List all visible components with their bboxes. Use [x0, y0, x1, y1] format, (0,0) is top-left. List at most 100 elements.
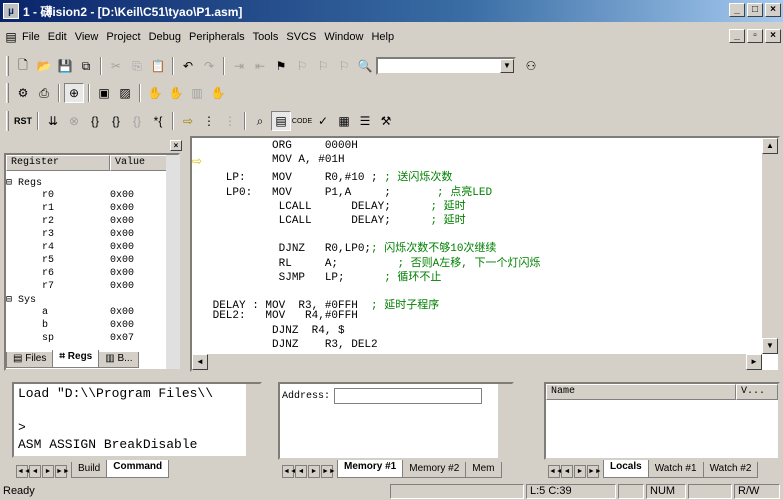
scroll-left-icon[interactable]: ◄	[192, 354, 208, 370]
address-input[interactable]	[334, 388, 483, 404]
memory-scrollbar[interactable]	[498, 384, 512, 458]
mdi-restore-button[interactable]: ▫	[747, 29, 763, 43]
register-row[interactable]: r5 0x00	[6, 255, 166, 268]
register-row[interactable]: ⊟ Sys	[6, 294, 166, 307]
output-window[interactable]: Load "D:\\Program Files\\ > ASM ASSIGN Br…	[12, 382, 262, 458]
save-all-icon[interactable]: ⧉	[76, 56, 96, 76]
name-column-header[interactable]: Name	[546, 384, 736, 400]
undo-icon[interactable]: ↶	[178, 56, 198, 76]
tab-watch-2[interactable]: Watch #2	[702, 462, 759, 478]
tab-locals[interactable]: Locals	[603, 460, 649, 478]
output-window-icon[interactable]: ▨	[115, 83, 135, 103]
menu-window[interactable]: Window	[320, 31, 367, 43]
register-row[interactable]: ⊟ Regs	[6, 177, 166, 190]
watch-icon[interactable]: ▤	[271, 111, 291, 131]
mdi-minimize-button[interactable]: _	[729, 29, 745, 43]
tab-files[interactable]: ▤ Files	[6, 352, 54, 368]
open-folder-icon[interactable]: 📂	[34, 56, 54, 76]
debug-session-icon[interactable]: ⊕	[64, 83, 84, 103]
code-line[interactable]: LP: MOV R0,#10 ; ; 送闪烁次数	[206, 168, 453, 184]
register-row[interactable]: r4 0x00	[6, 242, 166, 255]
register-row[interactable]: r2 0x00	[6, 216, 166, 229]
memory-tab-nav[interactable]: ◄◄ ◄ ► ►►	[282, 465, 336, 478]
step-over-icon[interactable]: {}	[106, 111, 126, 131]
menu-debug[interactable]: Debug	[145, 31, 185, 43]
panel-close-icon[interactable]: ×	[170, 139, 182, 151]
menu-help[interactable]: Help	[367, 31, 398, 43]
workspace-icon[interactable]: ▣	[94, 83, 114, 103]
value-column-header[interactable]: V...	[736, 384, 778, 400]
value-column-header[interactable]: Value	[110, 155, 170, 171]
minimize-button[interactable]: _	[729, 3, 745, 17]
logic-analyzer-icon[interactable]: ▦	[334, 111, 354, 131]
tab-memory-3[interactable]: Mem	[465, 462, 502, 478]
paste-icon[interactable]: 📋	[148, 56, 168, 76]
code-line[interactable]: LP0: MOV P1,A ; ; 点亮LED	[206, 183, 492, 199]
scroll-down-icon[interactable]: ▼	[762, 338, 778, 354]
code-line[interactable]: MOV A, #01H	[206, 154, 345, 168]
document-icon[interactable]: ▤	[4, 27, 18, 47]
output-scrollbar[interactable]	[246, 384, 260, 456]
next-bookmark-icon[interactable]: ⚐	[292, 56, 312, 76]
menu-svcs[interactable]: SVCS	[282, 31, 320, 43]
serial-window-icon[interactable]: ☰	[355, 111, 375, 131]
translate-icon[interactable]: ⚙	[13, 83, 33, 103]
editor-gutter[interactable]: ⇨	[192, 138, 206, 370]
hand-icon[interactable]: ✋	[145, 83, 165, 103]
code-line[interactable]: SJMP LP; ; 循环不止	[206, 268, 442, 284]
tab-build[interactable]: Build	[71, 462, 108, 478]
tab-memory-2[interactable]: Memory #2	[402, 462, 467, 478]
prev-bookmark-icon[interactable]: ⚐	[313, 56, 333, 76]
print-icon[interactable]: ⎙	[34, 83, 54, 103]
new-file-icon[interactable]: 🗋	[13, 56, 33, 76]
clear-bookmarks-icon[interactable]: ⚐	[334, 56, 354, 76]
step-into-icon[interactable]: {}	[85, 111, 105, 131]
watch-tab-nav[interactable]: ◄◄ ◄ ► ►►	[548, 465, 602, 478]
tab-command[interactable]: Command	[106, 460, 170, 478]
register-row[interactable]: r7 0x00	[6, 281, 166, 294]
enable-breakpoint-icon[interactable]: ▥	[187, 83, 207, 103]
register-row[interactable]: b 0x00	[6, 320, 166, 333]
find-in-files-icon[interactable]: 🔍	[355, 56, 375, 76]
disable-breakpoints-icon[interactable]: ✋	[208, 83, 228, 103]
reset-icon[interactable]: RST	[13, 111, 33, 131]
app-icon[interactable]: µ	[3, 3, 19, 19]
editor-vscrollbar[interactable]: ▲ ▼	[762, 138, 778, 354]
output-tab-nav[interactable]: ◄◄ ◄ ► ►►	[16, 465, 70, 478]
register-row[interactable]: r1 0x00	[6, 203, 166, 216]
code-line[interactable]: DJNZ R3, DEL2	[206, 339, 378, 353]
tab-watch-1[interactable]: Watch #1	[647, 462, 704, 478]
redo-icon[interactable]: ↷	[199, 56, 219, 76]
code-coverage-icon[interactable]: CODE	[292, 111, 312, 131]
cut-icon[interactable]: ✂	[106, 56, 126, 76]
tab-books[interactable]: ▥ B...	[98, 352, 140, 368]
show-next-statement-icon[interactable]: ⇨	[178, 111, 198, 131]
register-row[interactable]: r3 0x00	[6, 229, 166, 242]
menu-view[interactable]: View	[71, 31, 103, 43]
menu-tools[interactable]: Tools	[249, 31, 283, 43]
code-line[interactable]: LCALL DELAY; ; 延时	[206, 211, 466, 227]
close-button[interactable]: ×	[765, 3, 781, 17]
chevron-down-icon[interactable]: ▼	[500, 59, 514, 73]
code-line[interactable]: DELAY : MOV R3, #0FFH ; 延时子程序	[206, 296, 440, 312]
menu-peripherals[interactable]: Peripherals	[185, 31, 249, 43]
copy-icon[interactable]: ⎘	[127, 56, 147, 76]
find-combo[interactable]: ▼	[376, 57, 516, 75]
binoculars-icon[interactable]: ⚇	[521, 56, 541, 76]
trace-records-icon[interactable]: ⋮	[220, 111, 240, 131]
run-to-cursor-icon[interactable]: *{	[148, 111, 168, 131]
run-icon[interactable]: ⇊	[43, 111, 63, 131]
stop-icon[interactable]: ⊗	[64, 111, 84, 131]
bookmark-icon[interactable]: ⚑	[271, 56, 291, 76]
menu-project[interactable]: Project	[102, 31, 144, 43]
register-row[interactable]: a 0x00	[6, 307, 166, 320]
step-out-icon[interactable]: {}	[127, 111, 147, 131]
code-line[interactable]: DJNZ R4, $	[206, 325, 345, 339]
tab-regs[interactable]: ⌗ Regs	[52, 350, 100, 368]
performance-icon[interactable]: ✓	[313, 111, 333, 131]
kill-breakpoint-icon[interactable]: ✋	[166, 83, 186, 103]
register-scrollbar[interactable]	[166, 155, 180, 369]
maximize-button[interactable]: □	[747, 3, 763, 17]
code-editor[interactable]: ⇨ ORG 0000H MOV A, #01H LP: MOV R0,#10 ;…	[190, 136, 780, 372]
trace-icon[interactable]: ⋮	[199, 111, 219, 131]
